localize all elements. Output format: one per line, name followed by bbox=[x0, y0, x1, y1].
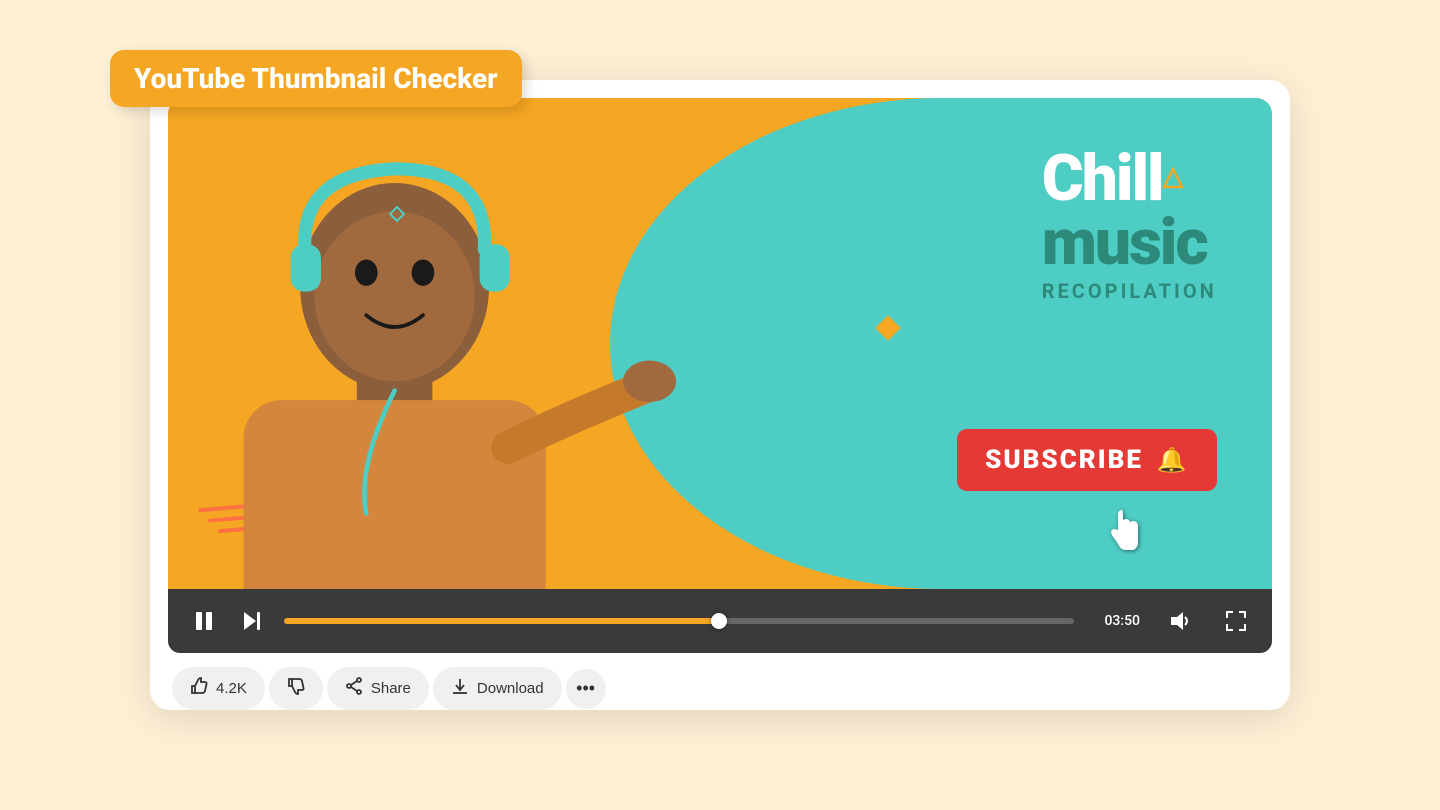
progress-bar[interactable] bbox=[284, 618, 1074, 624]
share-icon bbox=[345, 677, 363, 700]
video-controls: 03:50 bbox=[168, 589, 1272, 653]
volume-button[interactable] bbox=[1164, 605, 1196, 637]
progress-fill bbox=[284, 618, 719, 624]
dislike-button[interactable] bbox=[269, 667, 323, 710]
more-dots: ••• bbox=[576, 678, 595, 699]
x-shape: ✕ bbox=[926, 421, 941, 442]
pause-button[interactable] bbox=[188, 605, 220, 637]
like-button[interactable]: 4.2K bbox=[172, 667, 265, 710]
cursor-hand-icon bbox=[1104, 508, 1140, 560]
thumbnail-title-music: music bbox=[1042, 211, 1217, 275]
progress-container[interactable] bbox=[284, 618, 1074, 624]
time-display: 03:50 bbox=[1104, 613, 1140, 629]
diamond-shape-teal bbox=[389, 206, 405, 222]
download-icon bbox=[451, 677, 469, 700]
thumbnail-title-chill: Chill bbox=[1042, 147, 1217, 211]
download-button[interactable]: Download bbox=[433, 667, 562, 710]
thumbnail-title-recopilation: RECOPILATION bbox=[1042, 279, 1217, 303]
main-container: YouTube Thumbnail Checker ✕ bbox=[90, 40, 1350, 770]
action-bar: 4.2K bbox=[168, 653, 1272, 710]
person-illustration bbox=[168, 98, 808, 589]
video-card: ✕ bbox=[150, 80, 1290, 710]
title-text: YouTube Thumbnail Checker bbox=[134, 62, 498, 95]
subscribe-button[interactable]: SUBSCRIBE 🔔 bbox=[957, 429, 1217, 491]
share-label: Share bbox=[371, 680, 411, 697]
next-button[interactable] bbox=[236, 605, 268, 637]
bell-icon: 🔔 bbox=[1157, 446, 1189, 474]
thumbnail-area: ✕ bbox=[168, 98, 1272, 589]
title-badge: YouTube Thumbnail Checker bbox=[110, 50, 522, 107]
download-label: Download bbox=[477, 680, 544, 697]
thumbs-up-icon bbox=[190, 677, 208, 700]
more-button[interactable]: ••• bbox=[566, 669, 606, 709]
subscribe-label: SUBSCRIBE bbox=[985, 445, 1143, 475]
progress-thumb[interactable] bbox=[711, 613, 727, 629]
thumbnail-text-overlay: Chill music RECOPILATION bbox=[1042, 147, 1217, 303]
like-count: 4.2K bbox=[216, 680, 247, 697]
share-button[interactable]: Share bbox=[327, 667, 429, 710]
fullscreen-button[interactable] bbox=[1220, 605, 1252, 637]
thumbs-down-icon bbox=[287, 677, 305, 700]
